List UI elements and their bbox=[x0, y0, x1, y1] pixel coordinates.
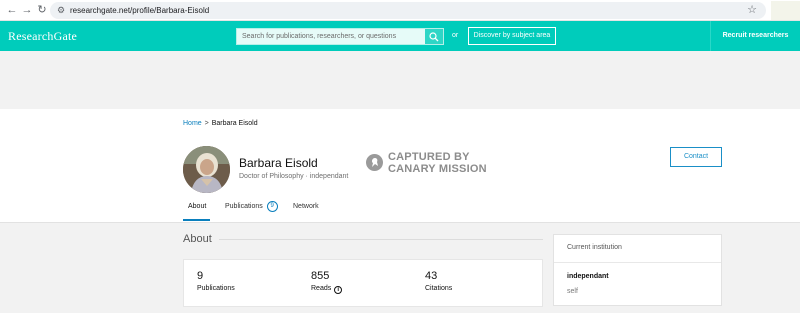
researchgate-logo[interactable]: ResearchGate bbox=[8, 21, 77, 51]
current-institution-card: Current institution independant self bbox=[553, 234, 722, 306]
stat-reads-label: Reads bbox=[311, 285, 332, 292]
search-icon bbox=[429, 32, 439, 42]
about-heading: About bbox=[183, 233, 212, 245]
browser-profile-chip[interactable] bbox=[771, 1, 800, 20]
search-input[interactable]: Search for publications, researchers, or… bbox=[236, 28, 444, 45]
stat-reads[interactable]: 855 Reads i bbox=[311, 270, 343, 294]
bookmark-star-icon[interactable]: ☆ bbox=[747, 2, 757, 19]
institution-department: self bbox=[567, 288, 578, 295]
breadcrumb-home-link[interactable]: Home bbox=[183, 120, 202, 127]
search-placeholder[interactable]: Search for publications, researchers, or… bbox=[242, 29, 396, 44]
forward-icon[interactable]: → bbox=[20, 3, 34, 17]
search-button[interactable] bbox=[425, 29, 443, 44]
stat-reads-label-row: Reads i bbox=[311, 284, 343, 294]
about-divider bbox=[219, 239, 543, 240]
institution-name[interactable]: independant bbox=[567, 272, 609, 282]
profile-name: Barbara Eisold bbox=[239, 156, 318, 170]
breadcrumb-separator: > bbox=[204, 120, 209, 127]
address-bar[interactable]: ⚙ researchgate.net/profile/Barbara-Eisol… bbox=[50, 2, 766, 19]
stat-reads-value: 855 bbox=[311, 270, 330, 282]
or-label: or bbox=[452, 32, 459, 39]
breadcrumb-current: Barbara Eisold bbox=[211, 120, 258, 127]
profile-banner bbox=[0, 51, 800, 109]
captured-badge: CAPTURED BY CANARY MISSION bbox=[388, 151, 487, 175]
active-tab-indicator bbox=[183, 219, 210, 221]
site-info-icon[interactable]: ⚙ bbox=[57, 4, 65, 17]
recruit-researchers-link[interactable]: Recruit researchers bbox=[711, 21, 800, 51]
canary-bird-icon bbox=[366, 154, 383, 171]
stat-publications-value: 9 bbox=[197, 270, 204, 282]
avatar[interactable] bbox=[183, 146, 230, 193]
profile-subtitle: Doctor of Philosophy · independant bbox=[239, 173, 349, 180]
tab-publications-label: Publications bbox=[225, 203, 263, 210]
address-bar-url[interactable]: researchgate.net/profile/Barbara-Eisold bbox=[70, 2, 209, 19]
institution-heading: Current institution bbox=[567, 244, 622, 251]
institution-divider bbox=[554, 262, 721, 263]
tab-network[interactable]: Network bbox=[293, 200, 319, 214]
stat-publications[interactable]: 9 Publications bbox=[197, 270, 235, 294]
contact-button[interactable]: Contact bbox=[670, 147, 722, 167]
discover-by-subject-button[interactable]: Discover by subject area bbox=[468, 27, 556, 45]
publications-count-badge: 9 bbox=[266, 201, 278, 212]
stat-citations-label: Citations bbox=[425, 285, 453, 292]
stat-publications-label: Publications bbox=[197, 285, 235, 292]
breadcrumb: Home > Barbara Eisold bbox=[183, 119, 258, 129]
reload-icon[interactable]: ↻ bbox=[35, 3, 49, 17]
tab-publications[interactable]: Publications 9 bbox=[225, 200, 278, 214]
canary-bird-glyph bbox=[371, 158, 378, 167]
captured-line-2: CANARY MISSION bbox=[388, 163, 487, 175]
stats-card: 9 Publications 855 Reads i 43 Citations bbox=[183, 259, 543, 307]
tab-about[interactable]: About bbox=[188, 200, 206, 214]
back-icon[interactable]: ← bbox=[5, 3, 19, 17]
stat-citations-value: 43 bbox=[425, 270, 438, 282]
stat-citations[interactable]: 43 Citations bbox=[425, 270, 452, 294]
captured-line-1: CAPTURED BY bbox=[388, 151, 470, 163]
site-header: ResearchGate Search for publications, re… bbox=[0, 21, 800, 51]
browser-toolbar: ← → ↻ ⚙ researchgate.net/profile/Barbara… bbox=[0, 0, 800, 21]
info-icon[interactable]: i bbox=[334, 286, 343, 294]
avatar-photo bbox=[183, 146, 230, 193]
